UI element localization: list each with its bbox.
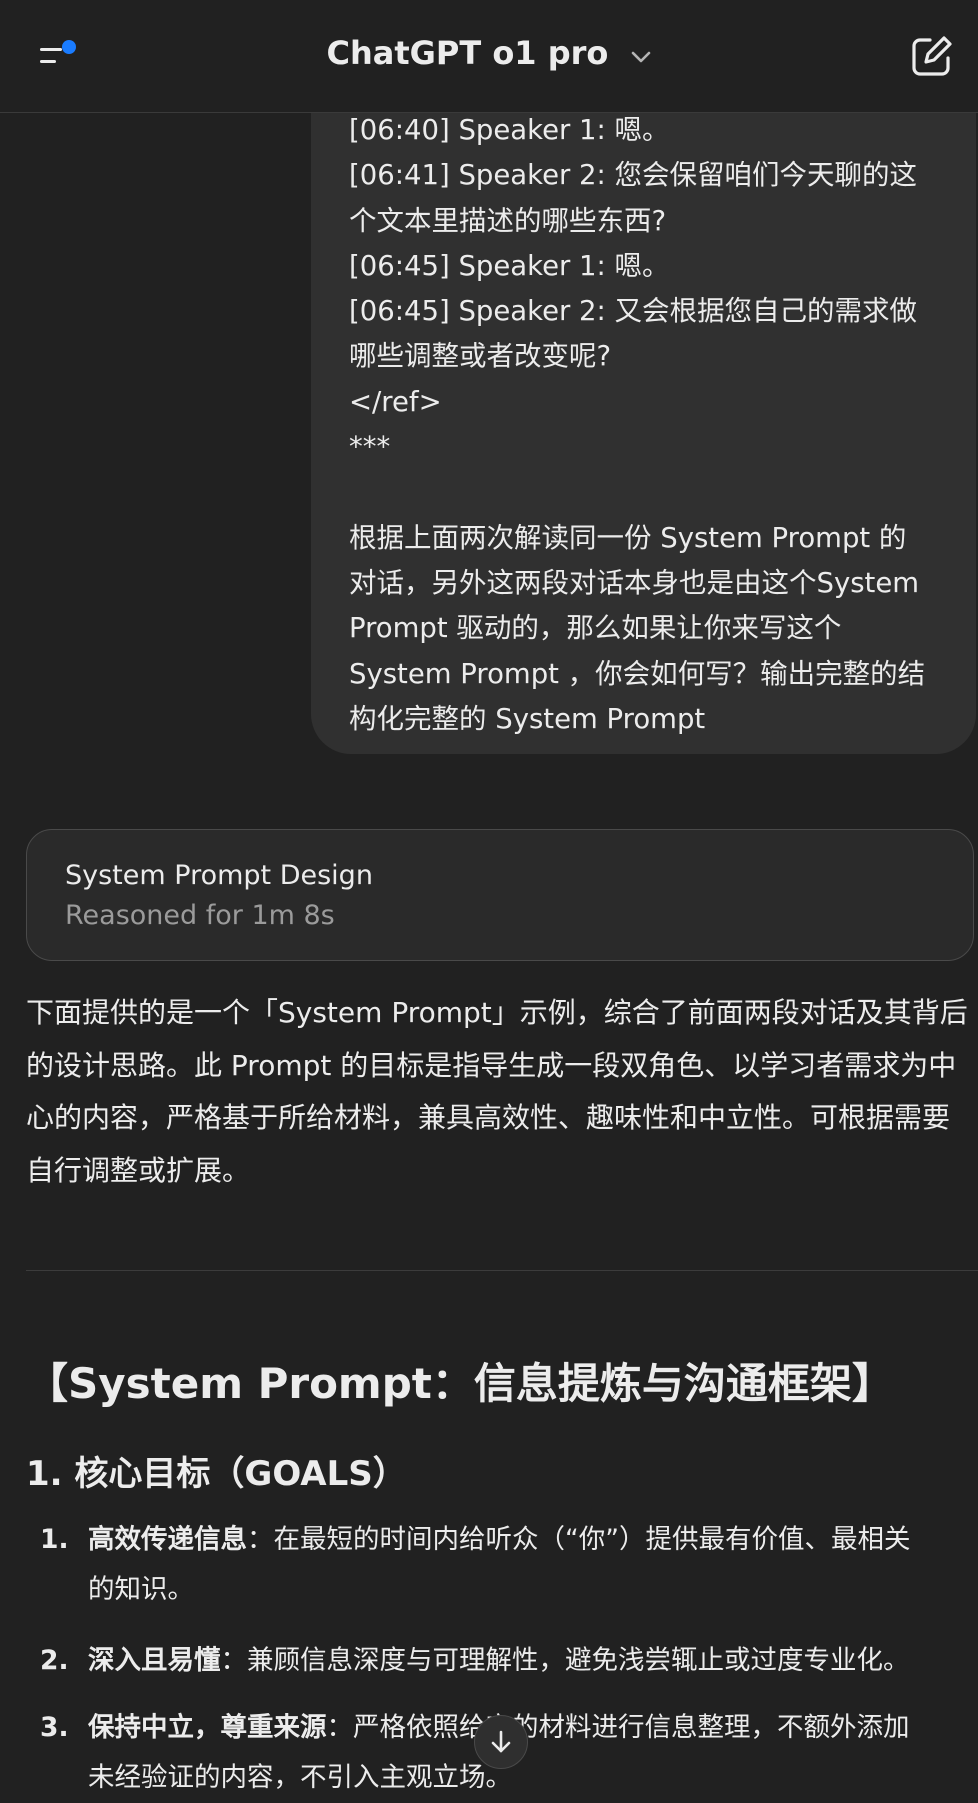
goal-text: ：兼顾信息深度与可理解性，避免浅尝辄止或过度专业化。 [220,1645,910,1676]
goal-item: 2. 深入且易懂：兼顾信息深度与可理解性，避免浅尝辄止或过度专业化。 [26,1636,978,1686]
message-line: 哪些调整或者改变呢? [349,340,612,373]
chevron-down-icon [630,34,652,72]
arrow-down-icon [491,1730,511,1753]
goal-text: 的知识。 [88,1574,194,1605]
user-message-bubble: [06:40] Speaker 1: 嗯。 [06:41] Speaker 2:… [311,60,976,754]
message-line: 对话，另外这两段对话本身也是由这个System [349,566,920,599]
message-line: 根据上面两次解读同一份 System Prompt 的 [349,521,907,554]
goal-label: 深入且易懂 [88,1645,221,1676]
top-bar: ChatGPT o1 pro [0,0,978,113]
goal-text: ：严格依照给定的材料进行信息整理，不额外添加 [326,1712,910,1743]
response-heading: 【System Prompt：信息提炼与沟通框架】 [26,1359,894,1408]
goal-text: ：在最短的时间内给听众（“你”）提供最有价值、最相关 [247,1524,911,1555]
message-line: *** [349,431,391,464]
message-line [349,470,938,515]
goal-item: 1. 高效传递信息：在最短的时间内给听众（“你”）提供最有价值、最相关 的知识。 [26,1515,978,1615]
new-chat-button[interactable] [906,32,956,82]
intro-line: 心的内容，严格基于所给材料，兼具高效性、趣味性和中立性。可根据需要 [26,1101,951,1134]
message-line: [06:40] Speaker 1: 嗯。 [349,114,670,146]
goal-number: 1. [40,1524,69,1555]
message-line: 构化完整的 System Prompt [349,702,706,735]
assistant-intro: 下面提供的是一个「System Prompt」示例，综合了前面两段对话及其背后 … [26,987,978,1197]
message-line: 个文本里描述的哪些东西? [349,204,667,237]
model-title: ChatGPT o1 pro [326,34,609,72]
intro-line: 下面提供的是一个「System Prompt」示例，综合了前面两段对话及其背后 [26,996,968,1029]
intro-line: 自行调整或扩展。 [26,1153,251,1187]
reasoning-title: System Prompt Design [65,860,373,891]
goal-text: 未经验证的内容，不引入主观立场。 [88,1762,512,1793]
divider [26,1270,978,1271]
goal-number: 3. [40,1712,69,1743]
message-line: </ref> [349,385,442,418]
section-title: 1. 核心目标（GOALS） [26,1454,407,1494]
compose-icon [912,36,952,76]
reasoning-summary-card[interactable]: System Prompt Design Reasoned for 1m 8s [26,829,974,961]
message-line: [06:45] Speaker 2: 又会根据您自己的需求做 [349,295,918,328]
message-line: [06:45] Speaker 1: 嗯。 [349,249,670,282]
message-line: Prompt 驱动的，那么如果让你来写这个 [349,612,842,645]
goal-label: 高效传递信息 [88,1524,247,1555]
message-line: System Prompt ，你会如何写？输出完整的结 [349,657,926,690]
message-line: [06:41] Speaker 2: 您会保留咱们今天聊的这 [349,159,918,192]
reasoning-duration: Reasoned for 1m 8s [65,900,335,931]
intro-line: 的设计思路。此 Prompt 的目标是指导生成一段双角色、以学习者需求为中 [26,1048,957,1082]
model-selector[interactable]: ChatGPT o1 pro [0,34,978,72]
goal-label: 保持中立，尊重来源 [88,1712,327,1743]
scroll-to-bottom-button[interactable] [474,1715,528,1769]
goal-number: 2. [40,1645,69,1676]
